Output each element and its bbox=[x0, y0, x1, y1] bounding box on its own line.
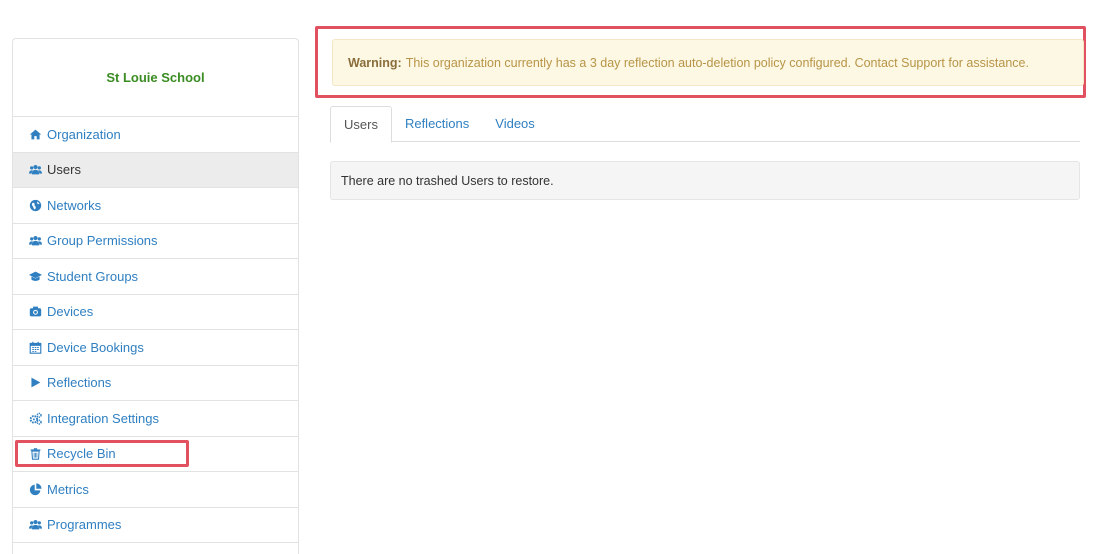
sidebar-item-reflections[interactable]: Reflections bbox=[13, 366, 298, 401]
play-icon bbox=[28, 376, 42, 390]
sidebar: St Louie School Organization Users Netwo… bbox=[12, 38, 299, 554]
org-header: St Louie School bbox=[13, 39, 298, 117]
sidebar-item-label: Reflections bbox=[47, 375, 112, 391]
sidebar-item-device-bookings[interactable]: Device Bookings bbox=[13, 330, 298, 366]
sidebar-item-integration-settings[interactable]: Integration Settings bbox=[13, 401, 298, 437]
users-icon bbox=[28, 518, 42, 532]
sidebar-item-label: Metrics bbox=[47, 481, 89, 497]
home-icon bbox=[28, 127, 42, 141]
calendar-icon bbox=[28, 340, 42, 354]
empty-state-panel: There are no trashed Users to restore. bbox=[330, 161, 1080, 200]
warning-message: This organization currently has a 3 day … bbox=[405, 55, 1029, 70]
camera-icon bbox=[28, 305, 42, 319]
sidebar-item-label: Integration Settings bbox=[47, 410, 160, 426]
users-icon bbox=[28, 163, 42, 177]
graduation-cap-icon bbox=[28, 269, 42, 283]
tab-reflections[interactable]: Reflections bbox=[392, 106, 482, 142]
warning-label: Warning: bbox=[348, 55, 402, 70]
sidebar-item-metrics[interactable]: Metrics bbox=[13, 472, 298, 508]
sidebar-item-label: Users bbox=[47, 162, 81, 178]
warning-alert: Warning: This organization currently has… bbox=[332, 39, 1084, 86]
sidebar-item-label: Programmes bbox=[47, 517, 122, 533]
globe-icon bbox=[28, 198, 42, 212]
sidebar-item-label: Device Bookings bbox=[47, 339, 144, 355]
sidebar-item-networks[interactable]: Networks bbox=[13, 188, 298, 224]
empty-state-message: There are no trashed Users to restore. bbox=[341, 173, 554, 188]
sidebar-item-student-groups[interactable]: Student Groups bbox=[13, 259, 298, 295]
sidebar-item-label: Recycle Bin bbox=[47, 446, 116, 462]
sidebar-item-organization[interactable]: Organization bbox=[13, 117, 298, 153]
pie-chart-icon bbox=[28, 482, 42, 496]
sidebar-item-programmes[interactable]: Programmes bbox=[13, 508, 298, 543]
sidebar-item-group-permissions[interactable]: Group Permissions bbox=[13, 224, 298, 259]
tab-videos[interactable]: Videos bbox=[482, 106, 548, 142]
sidebar-item-devices[interactable]: Devices bbox=[13, 295, 298, 330]
sidebar-item-label: Devices bbox=[47, 304, 94, 320]
sidebar-item-label: Organization bbox=[47, 126, 121, 142]
sidebar-item-recycle-bin[interactable]: Recycle Bin bbox=[13, 437, 298, 472]
cogs-icon bbox=[28, 411, 42, 425]
org-name: St Louie School bbox=[106, 70, 205, 85]
tab-users[interactable]: Users bbox=[330, 106, 392, 143]
warning-highlight: Warning: This organization currently has… bbox=[315, 26, 1086, 98]
tab-bar: Users Reflections Videos bbox=[330, 106, 1080, 143]
sidebar-item-label: Group Permissions bbox=[47, 233, 158, 249]
sidebar-item-users[interactable]: Users bbox=[13, 152, 298, 188]
sidebar-item-label: Networks bbox=[47, 197, 102, 213]
users-icon bbox=[28, 234, 42, 248]
sidebar-item-label: Student Groups bbox=[47, 268, 139, 284]
trash-icon bbox=[28, 447, 42, 461]
